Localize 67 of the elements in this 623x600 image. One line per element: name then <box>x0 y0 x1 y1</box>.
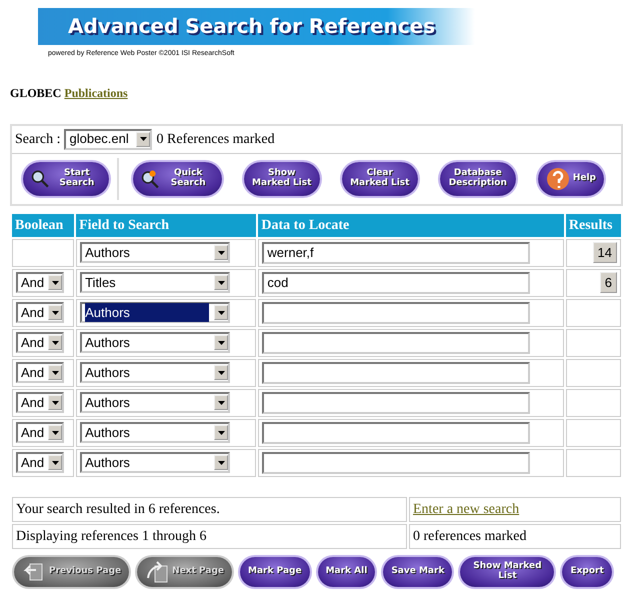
caret-icon <box>218 460 225 464</box>
caret-icon <box>52 340 58 344</box>
caret-icon <box>52 400 58 404</box>
site-name: GLOBEC <box>10 86 62 100</box>
data-input[interactable] <box>262 362 530 384</box>
toolbar-button[interactable]: Quick Search <box>133 162 222 196</box>
results-summary: Your search resulted in 6 references. <box>16 502 220 516</box>
caret-icon <box>218 280 225 284</box>
results-button[interactable]: 14 <box>592 242 617 264</box>
boolean-select[interactable]: And <box>16 332 64 353</box>
caret-icon <box>52 310 58 314</box>
toolbar-button[interactable]: Clear Marked List <box>342 162 418 196</box>
toolbar-button[interactable]: Database Description <box>440 162 516 196</box>
results-button[interactable]: 6 <box>600 272 617 294</box>
data-input[interactable] <box>262 392 530 414</box>
toolbar-button[interactable]: Mark All <box>318 556 376 586</box>
data-input[interactable] <box>262 452 530 474</box>
search-label: Search : <box>15 130 60 148</box>
toolbar-button[interactable]: Mark Page <box>240 556 310 586</box>
publications-link[interactable]: Publications <box>64 86 128 100</box>
boolean-select[interactable]: And <box>16 272 64 293</box>
column-header: Field to Search <box>76 214 256 236</box>
toolbar-button[interactable]: Help <box>538 162 604 196</box>
column-header: Boolean <box>12 214 74 236</box>
caret-icon <box>52 280 58 284</box>
caret-icon <box>52 430 58 434</box>
caret-icon <box>218 400 225 404</box>
database-select[interactable]: globec.enl <box>64 128 152 150</box>
data-input[interactable]: werner,f <box>262 242 530 264</box>
boolean-select[interactable]: And <box>16 392 64 413</box>
data-input[interactable] <box>262 422 530 444</box>
caret-icon <box>140 137 147 141</box>
data-input[interactable]: cod <box>262 272 530 294</box>
toolbar-button[interactable]: Show Marked List <box>460 556 554 586</box>
toolbar-button[interactable]: Show Marked List <box>244 162 320 196</box>
caret-icon <box>218 430 225 434</box>
caret-icon <box>218 370 225 374</box>
field-select[interactable]: Authors <box>80 452 230 473</box>
boolean-select[interactable]: And <box>16 302 64 323</box>
column-header: Results <box>566 214 621 236</box>
field-select[interactable]: Authors <box>80 302 230 323</box>
caret-icon <box>52 460 58 464</box>
data-input[interactable] <box>262 302 530 324</box>
page-banner: Advanced Search for References <box>38 8 476 45</box>
field-select[interactable]: Authors <box>80 422 230 443</box>
field-select[interactable]: Authors <box>80 242 230 263</box>
boolean-select[interactable]: And <box>16 422 64 443</box>
field-select[interactable]: Titles <box>80 272 230 293</box>
caret-icon <box>52 370 58 374</box>
boolean-select[interactable]: And <box>16 452 64 473</box>
field-select[interactable]: Authors <box>80 392 230 413</box>
caret-icon <box>218 310 225 314</box>
field-select[interactable]: Authors <box>80 362 230 383</box>
help-icon <box>546 166 570 190</box>
boolean-select[interactable]: And <box>16 362 64 383</box>
data-input[interactable] <box>262 332 530 354</box>
toolbar-button[interactable]: Start Search <box>23 162 110 196</box>
column-header: Data to Locate <box>258 214 564 236</box>
page-forward-icon <box>145 560 170 584</box>
display-range: Displaying references 1 through 6 <box>16 528 206 544</box>
field-select[interactable]: Authors <box>80 332 230 353</box>
caret-icon <box>218 340 225 344</box>
toolbar-button[interactable]: Export <box>562 556 612 586</box>
caret-icon <box>218 250 225 254</box>
marked-count: 0 references marked <box>413 528 526 544</box>
toolbar-button[interactable]: Save Mark <box>383 556 452 586</box>
marked-count: 0 References marked <box>156 130 275 148</box>
